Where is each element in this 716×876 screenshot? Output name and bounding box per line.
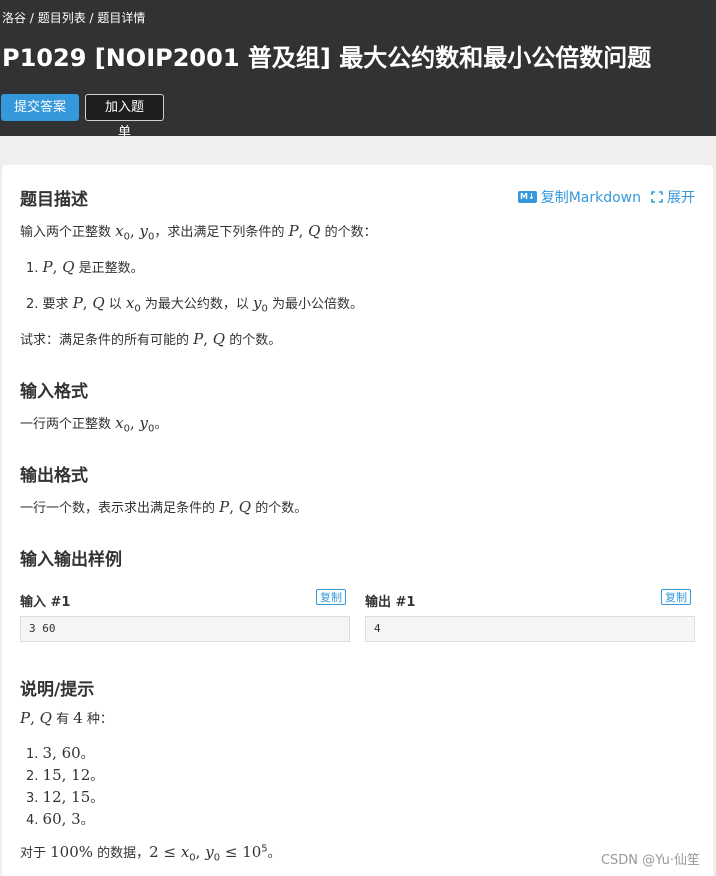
breadcrumb: 洛谷 / 题目列表 / 题目详情	[2, 9, 145, 26]
copy-markdown-button[interactable]: M↓ 复制Markdown	[518, 187, 641, 207]
breadcrumb-home[interactable]: 洛谷	[2, 11, 26, 25]
input-format-text: 一行两个正整数 x0, y0。	[20, 414, 168, 435]
submit-answer-button[interactable]: 提交答案	[1, 94, 79, 121]
add-to-problem-list-button[interactable]: 加入题单	[85, 94, 164, 140]
page-title: P1029 [NOIP2001 普及组] 最大公约数和最小公倍数问题	[2, 44, 652, 72]
hint-data-range: 对于 100% 的数据，2 ≤ x0, y0 ≤ 105。	[20, 843, 281, 864]
copy-output-button[interactable]: 复制	[661, 589, 691, 605]
list-item: 2. 15, 12。	[26, 766, 104, 784]
list-item: 4. 60, 3。	[26, 810, 94, 828]
list-item: 2. 要求 P, Q 以 x0 为最大公约数，以 y0 为最小公倍数。	[26, 294, 364, 315]
hint-count: P, Q 有 4 种：	[20, 709, 113, 727]
section-title-description: 题目描述	[20, 190, 88, 210]
copy-input-button[interactable]: 复制	[316, 589, 346, 605]
expand-icon	[651, 191, 663, 203]
problem-content-card: 题目描述 M↓ 复制Markdown 展开 输入两个正整数 x0, y0，求出满…	[2, 165, 713, 876]
section-title-hint: 说明/提示	[20, 680, 95, 700]
watermark: CSDN @Yu·仙笙	[600, 853, 700, 868]
breadcrumb-problem-detail: 题目详情	[97, 11, 146, 25]
list-item: 1. 3, 60。	[26, 744, 94, 762]
breadcrumb-problem-list[interactable]: 题目列表	[38, 11, 86, 25]
sample-output-box[interactable]: 4	[365, 616, 695, 642]
content-toolbar: M↓ 复制Markdown 展开	[518, 187, 695, 207]
sample-input-label: 输入 #1	[20, 595, 71, 610]
problem-header: 洛谷 / 题目列表 / 题目详情 P1029 [NOIP2001 普及组] 最大…	[0, 0, 716, 140]
copy-markdown-label: 复制Markdown	[540, 190, 641, 206]
markdown-icon: M↓	[518, 191, 537, 203]
sample-input-box[interactable]: 3 60	[20, 616, 350, 642]
expand-label: 展开	[667, 190, 695, 206]
output-format-text: 一行一个数，表示求出满足条件的 P, Q 的个数。	[20, 498, 308, 516]
section-title-output-format: 输出格式	[20, 466, 88, 486]
list-item: 3. 12, 15。	[26, 788, 104, 806]
breadcrumb-separator: /	[85, 11, 98, 25]
list-item: 1. P, Q 是正整数。	[26, 258, 144, 276]
section-title-input-format: 输入格式	[20, 382, 88, 402]
sample-output-label: 输出 #1	[365, 595, 416, 610]
breadcrumb-separator: /	[26, 11, 38, 25]
description-intro: 输入两个正整数 x0, y0，求出满足下列条件的 P, Q 的个数：	[20, 222, 377, 243]
section-title-samples: 输入输出样例	[20, 550, 122, 570]
description-question: 试求：满足条件的所有可能的 P, Q 的个数。	[20, 330, 282, 348]
expand-button[interactable]: 展开	[651, 187, 695, 207]
